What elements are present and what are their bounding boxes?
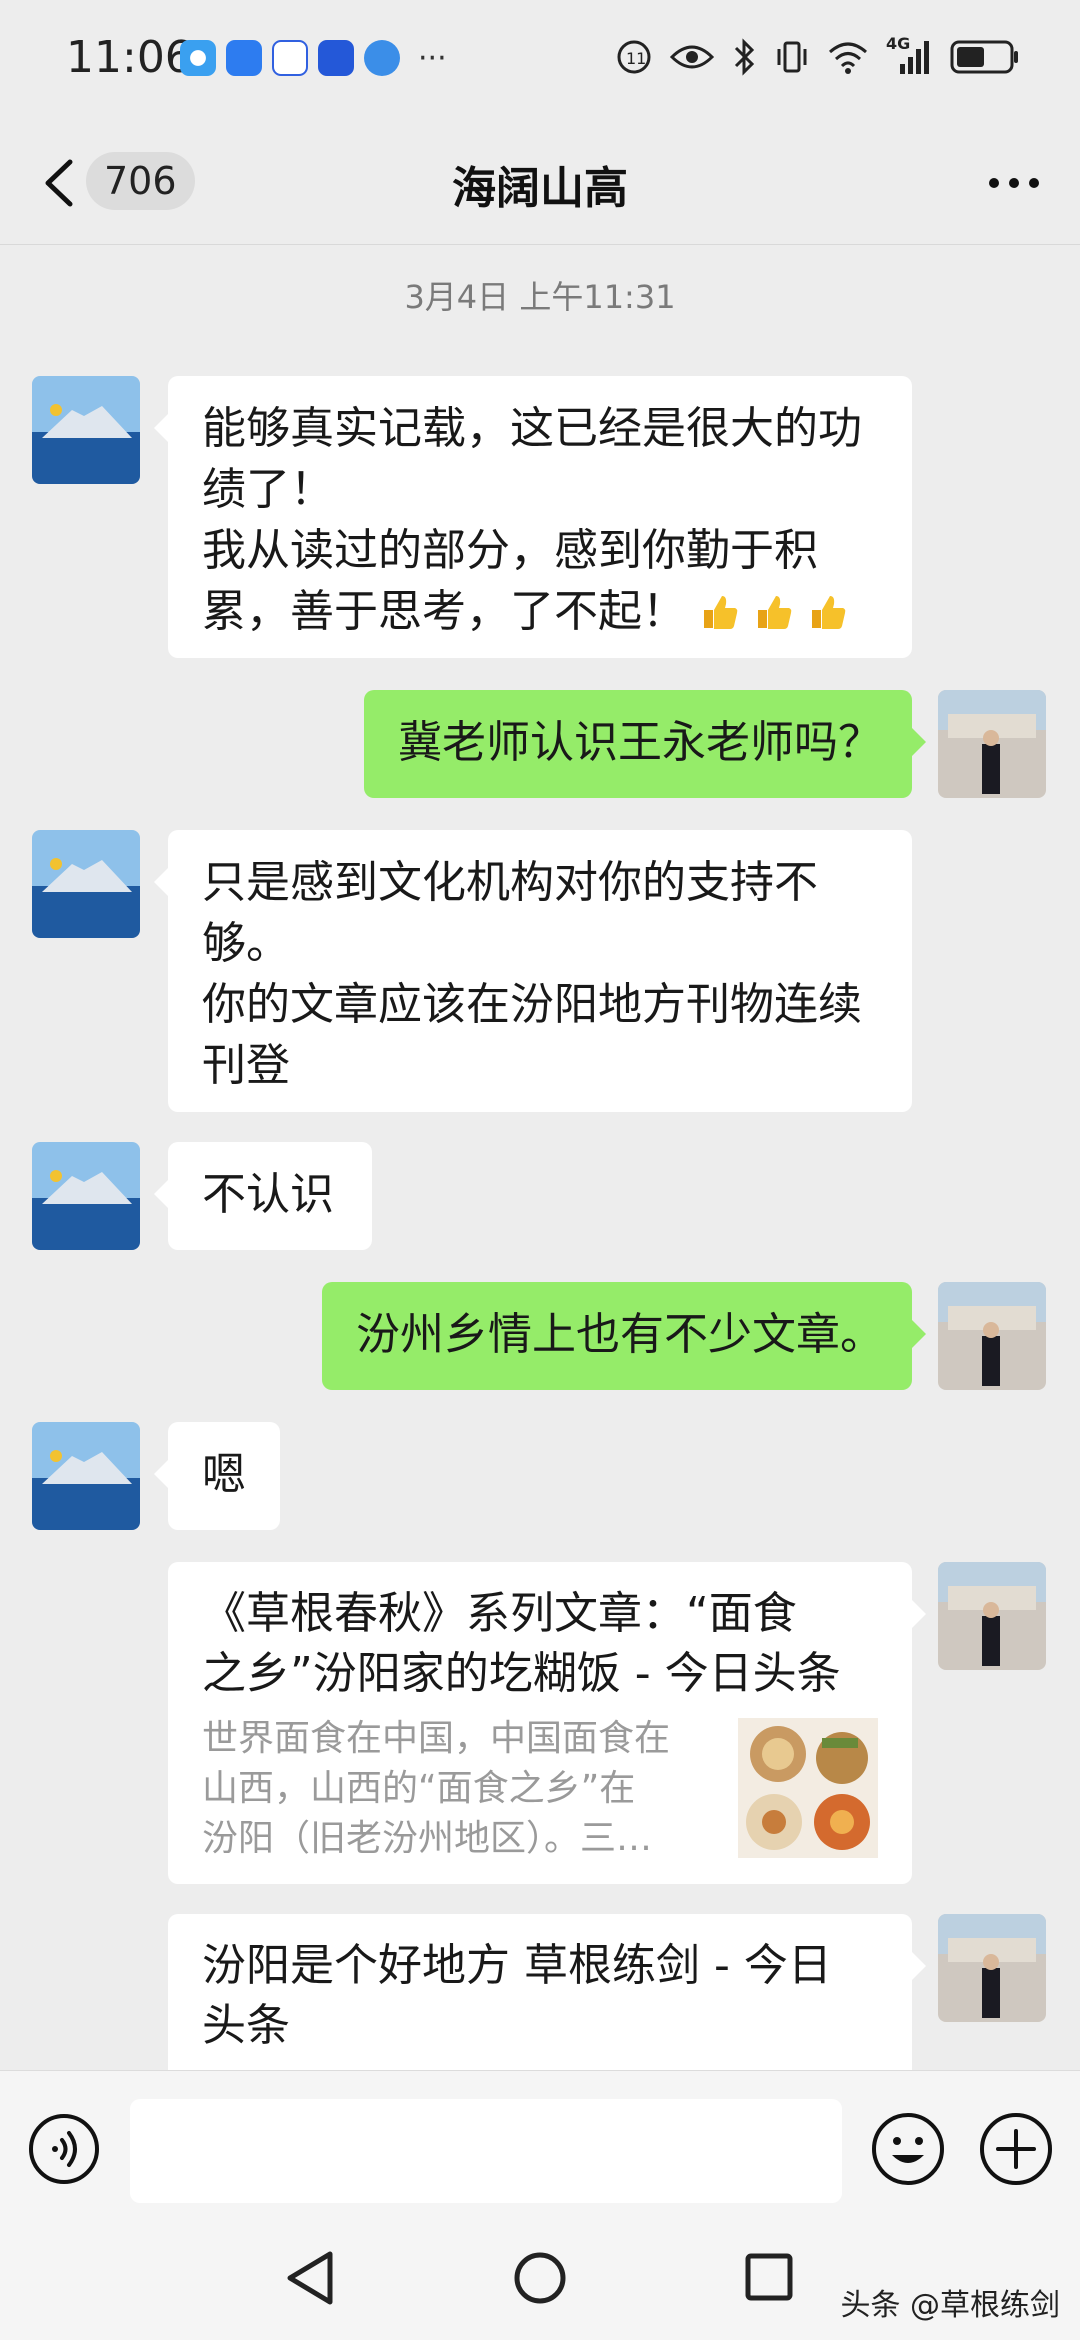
system-home-icon[interactable] xyxy=(512,2248,568,2308)
link-title-line: 《草根春秋》系列文章：“面食 xyxy=(202,1588,797,1639)
my-avatar-image xyxy=(938,1562,1046,1670)
message-text: 嗯 xyxy=(202,1449,246,1500)
my-avatar[interactable] xyxy=(938,1282,1046,1390)
vibrate-icon xyxy=(777,41,807,73)
app-icon-3 xyxy=(364,40,400,76)
voice-input-icon[interactable] xyxy=(28,2113,100,2185)
battery-icon xyxy=(950,40,1018,74)
watermark-text: 头条 @草根练剑 xyxy=(840,2288,1060,2323)
thumbs-up-icon xyxy=(704,596,738,629)
system-recent-apps-icon[interactable] xyxy=(744,2250,794,2304)
message-bubble-received[interactable]: 嗯 xyxy=(154,1422,280,1530)
message-text: 只是感到文化机构对你的支持不 xyxy=(202,857,818,908)
message-bubble-received[interactable]: 不认识 xyxy=(154,1142,372,1250)
system-indicators: 11 4G xyxy=(616,34,1020,76)
mountain-lake-avatar-image xyxy=(32,1422,140,1530)
wifi-icon xyxy=(829,42,867,74)
link-card-title: 《草根春秋》系列文章：“面食 之乡”汾阳家的圪糊饭 - 今日头条 xyxy=(202,1584,878,1704)
baidu-icon xyxy=(272,40,308,76)
message-text: 够。 xyxy=(202,918,290,969)
link-title-line: 头条 xyxy=(202,2000,290,2051)
signal-icon xyxy=(900,41,929,74)
thumbs-up-icon xyxy=(758,596,792,629)
eye-icon xyxy=(670,45,714,69)
message-bubble-received[interactable]: 能够真实记载，这已经是很大的功 绩了！ 我从读过的部分，感到你勤于积 累，善于思… xyxy=(154,376,912,658)
mountain-lake-avatar-image xyxy=(32,830,140,938)
notification-icons: ··· xyxy=(180,40,447,76)
message-bubble-sent[interactable]: 冀老师认识王永老师吗？ xyxy=(364,690,926,798)
message-text: 汾州乡情上也有不少文章。 xyxy=(356,1309,884,1360)
my-avatar-image xyxy=(938,1914,1046,2022)
message-bubble-received[interactable]: 只是感到文化机构对你的支持不 够。 你的文章应该在汾阳地方刊物连续 刊登 xyxy=(154,830,912,1112)
my-avatar-image xyxy=(938,1282,1046,1390)
app-icon-1 xyxy=(226,40,262,76)
link-card-title: 汾阳是个好地方 草根练剑 - 今日 头条 xyxy=(202,1936,878,2056)
link-title-line: 汾阳是个好地方 草根练剑 - 今日 xyxy=(202,1940,832,1991)
message-text-with-emoji: 累，善于思考，了不起！ xyxy=(202,581,878,642)
more-options-icon[interactable] xyxy=(984,158,1044,208)
my-avatar[interactable] xyxy=(938,1562,1046,1670)
contact-avatar[interactable] xyxy=(32,830,140,938)
my-avatar-image xyxy=(938,690,1046,798)
cellular-signal: 4G xyxy=(886,34,932,76)
link-desc-line: 山西，山西的“面食之乡”在 xyxy=(202,1768,636,1809)
message-text: 绩了！ xyxy=(202,464,334,515)
message-text: 你的文章应该在汾阳地方刊物连续 xyxy=(202,979,862,1030)
mountain-lake-avatar-image xyxy=(32,376,140,484)
message-text: 冀老师认识王永老师吗？ xyxy=(398,717,882,768)
link-desc-line: 汾阳（旧老汾州地区）。三… xyxy=(202,1818,653,1859)
link-card-thumbnail xyxy=(738,1718,878,1858)
message-text: 不认识 xyxy=(202,1169,334,1220)
thumbs-up-icon xyxy=(812,596,846,629)
system-back-icon[interactable] xyxy=(282,2248,338,2308)
message-bubble-sent[interactable]: 汾州乡情上也有不少文章。 xyxy=(322,1282,926,1390)
message-text: 能够真实记载，这已经是很大的功 xyxy=(202,403,862,454)
data-saver-icon: 11 xyxy=(617,40,651,74)
status-time: 11:06 xyxy=(66,32,193,83)
browser-icon xyxy=(180,40,216,76)
svg-text:11: 11 xyxy=(626,49,646,68)
link-card-description: 世界面食在中国，中国面食在 山西，山西的“面食之乡”在 汾阳（旧老汾州地区）。三… xyxy=(202,1714,702,1864)
back-arrow-icon[interactable] xyxy=(40,158,80,208)
message-text: 刊登 xyxy=(202,1040,290,1091)
emoji-icon[interactable] xyxy=(870,2111,946,2187)
app-icon-2 xyxy=(318,40,354,76)
my-avatar[interactable] xyxy=(938,690,1046,798)
bluetooth-icon xyxy=(734,38,755,76)
contact-avatar[interactable] xyxy=(32,376,140,484)
link-desc-line: 世界面食在中国，中国面食在 xyxy=(202,1718,671,1759)
message-input[interactable] xyxy=(130,2099,842,2203)
message-text: 我从读过的部分，感到你勤于积 xyxy=(202,525,818,576)
message-timestamp: 3月4日 上午11:31 xyxy=(404,278,676,316)
contact-avatar[interactable] xyxy=(32,1142,140,1250)
status-bar: 11:06 ··· 11 4G xyxy=(0,0,1080,120)
chat-header: 海阔山高 706 xyxy=(0,120,1080,245)
link-card[interactable]: 《草根春秋》系列文章：“面食 之乡”汾阳家的圪糊饭 - 今日头条 世界面食在中国… xyxy=(168,1562,926,1884)
my-avatar[interactable] xyxy=(938,1914,1046,2022)
unread-count-badge[interactable]: 706 xyxy=(86,152,195,210)
contact-avatar[interactable] xyxy=(32,1422,140,1530)
message-text: 累，善于思考，了不起！ xyxy=(202,586,686,637)
link-title-line: 之乡”汾阳家的圪糊饭 - 今日头条 xyxy=(202,1648,841,1699)
message-input-bar xyxy=(0,2070,1080,2221)
more-notifications-icon: ··· xyxy=(418,40,447,76)
mountain-lake-avatar-image xyxy=(32,1142,140,1250)
food-photo-image xyxy=(738,1718,878,1858)
add-attachment-icon[interactable] xyxy=(978,2111,1054,2187)
